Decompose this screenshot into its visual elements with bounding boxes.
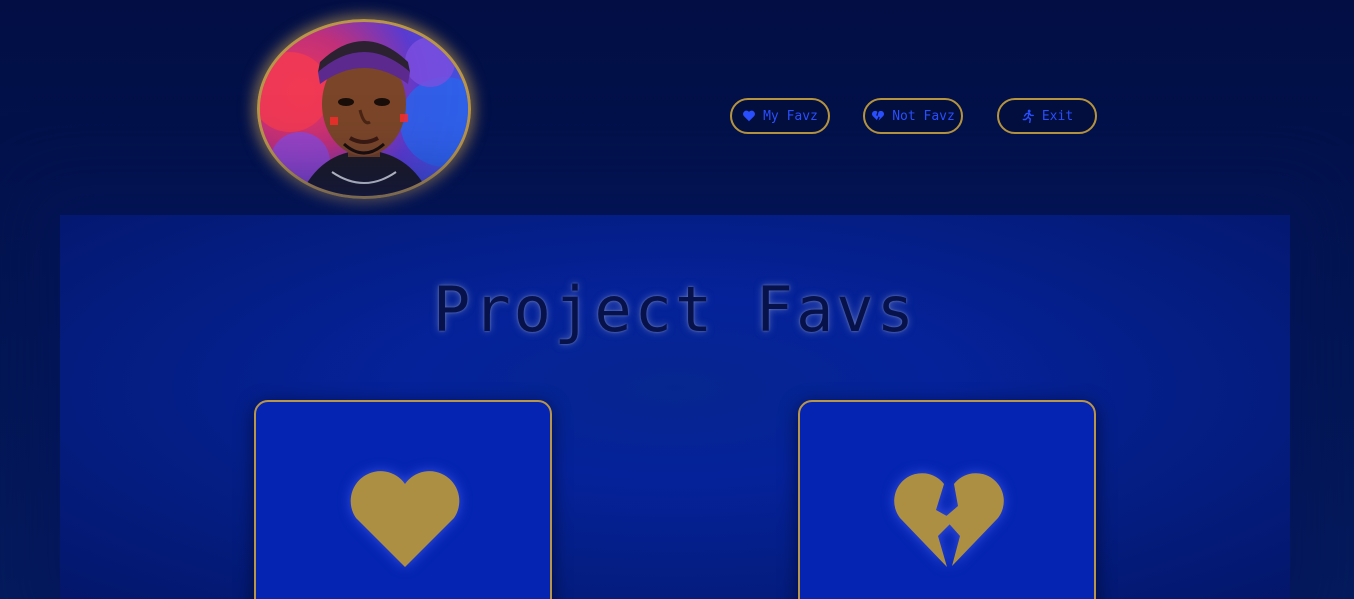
exit-label: Exit — [1041, 108, 1074, 124]
header: My Favz Not Favz Exit — [0, 0, 1354, 215]
page-title: Project Favs — [433, 273, 917, 346]
main-panel: Project Favs — [60, 215, 1290, 599]
broken-heart-icon — [892, 470, 1006, 570]
running-person-icon — [1021, 109, 1035, 123]
heart-icon — [348, 470, 462, 570]
not-favz-card[interactable] — [798, 400, 1096, 599]
heart-icon — [742, 109, 756, 123]
broken-heart-icon — [871, 109, 885, 123]
not-favz-label: Not Favz — [892, 108, 955, 124]
exit-button[interactable]: Exit — [997, 98, 1097, 134]
my-favz-label: My Favz — [763, 108, 818, 124]
favz-card[interactable] — [254, 400, 552, 599]
avatar — [257, 19, 471, 199]
not-favz-button[interactable]: Not Favz — [863, 98, 963, 134]
avatar-portrait-image — [260, 37, 468, 196]
page: My Favz Not Favz Exit Project Favs — [0, 0, 1354, 599]
my-favz-button[interactable]: My Favz — [730, 98, 830, 134]
